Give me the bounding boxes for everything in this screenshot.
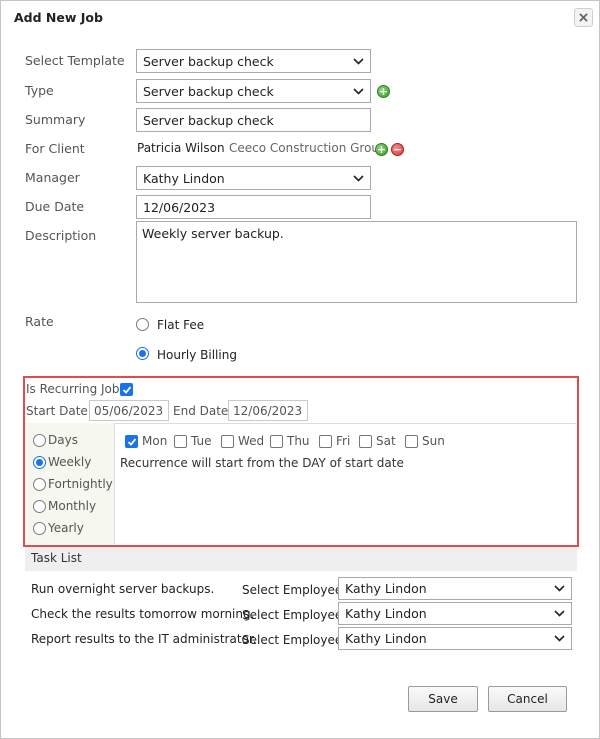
add-client-icon[interactable]: + [375,143,388,156]
frequency-monthly-radio[interactable] [33,500,46,513]
task-employee-select-2[interactable]: Kathy Lindon [338,602,572,625]
day-wed-label: Wed [238,434,265,448]
day-tue-label: Tue [191,434,212,448]
due-date-input[interactable]: 12/06/2023 [136,195,371,219]
task-employee-value-2: Kathy Lindon [345,606,427,621]
start-date-label: Start Date: [26,404,92,418]
day-sat-checkbox[interactable] [359,435,372,448]
task-employee-label-2: Select Employee [242,608,343,622]
rate-flat-fee-label: Flat Fee [157,318,205,332]
due-date-label: Due Date [25,199,85,214]
client-company: Ceeco Construction Group [229,141,387,155]
type-select[interactable]: Server backup check [136,79,371,103]
chevron-down-icon [554,610,565,617]
task-list-header: Task List [25,547,577,571]
task-employee-value-1: Kathy Lindon [345,581,427,596]
template-label: Select Template [25,53,125,68]
remove-client-icon[interactable]: − [391,143,404,156]
template-value: Server backup check [143,53,274,69]
frequency-days-radio[interactable] [33,434,46,447]
day-wed-checkbox[interactable] [221,435,234,448]
due-date-value: 12/06/2023 [143,199,216,215]
chevron-down-icon [353,57,364,65]
day-mon-checkbox[interactable] [125,435,138,448]
description-label: Description [25,228,97,243]
frequency-yearly-radio[interactable] [33,522,46,535]
frequency-weekly-label: Weekly [48,455,92,469]
task-employee-value-3: Kathy Lindon [345,631,427,646]
end-date-input[interactable]: 12/06/2023 [228,400,308,421]
frequency-fortnightly-label: Fortnightly [48,477,113,491]
day-mon-label: Mon [142,434,168,448]
client-label: For Client [25,141,85,156]
close-icon [579,13,588,22]
day-sat-label: Sat [376,434,396,448]
task-name-3: Report results to the IT administrator. [31,632,257,646]
rate-label: Rate [25,314,54,329]
rate-hourly-radio[interactable] [136,347,149,360]
task-employee-label-3: Select Employee [242,633,343,647]
day-fri-checkbox[interactable] [319,435,332,448]
cancel-button[interactable]: Cancel [488,686,567,712]
type-value: Server backup check [143,83,274,99]
day-sun-checkbox[interactable] [405,435,418,448]
day-thu-label: Thu [287,434,310,448]
rate-flat-fee-radio[interactable] [136,318,149,331]
end-date-label: End Date: [173,404,233,418]
day-sun-label: Sun [422,434,445,448]
frequency-weekly-radio[interactable] [33,456,46,469]
template-select[interactable]: Server backup check [136,49,371,73]
chevron-down-icon [353,87,364,95]
task-name-2: Check the results tomorrow morning. [31,607,255,621]
end-date-value: 12/06/2023 [233,403,303,418]
task-name-1: Run overnight server backups. [31,582,215,596]
chevron-down-icon [554,635,565,642]
day-tue-checkbox[interactable] [174,435,187,448]
manager-select[interactable]: Kathy Lindon [136,166,371,190]
rate-hourly-label: Hourly Billing [157,348,237,362]
task-employee-label-1: Select Employee [242,583,343,597]
description-textarea[interactable]: Weekly server backup. [136,221,577,303]
summary-label: Summary [25,112,86,127]
recurring-label: Is Recurring Job [26,382,120,396]
chevron-down-icon [353,174,364,182]
task-employee-select-3[interactable]: Kathy Lindon [338,627,572,650]
save-button[interactable]: Save [408,686,478,712]
summary-input[interactable]: Server backup check [136,108,371,132]
manager-label: Manager [25,170,80,185]
check-icon [127,438,137,446]
frequency-days-label: Days [48,433,78,447]
manager-value: Kathy Lindon [143,170,225,186]
type-label: Type [25,83,54,98]
day-thu-checkbox[interactable] [270,435,283,448]
start-date-input[interactable]: 05/06/2023 [89,400,169,421]
frequency-yearly-label: Yearly [48,521,84,535]
client-name: Patricia Wilson [137,141,225,155]
frequency-monthly-label: Monthly [48,499,97,513]
close-button[interactable] [574,8,593,27]
dialog-title: Add New Job [14,10,103,25]
day-fri-label: Fri [336,434,351,448]
start-date-value: 05/06/2023 [94,403,164,418]
recurring-checkbox[interactable] [120,383,133,396]
chevron-down-icon [554,585,565,592]
recurrence-note: Recurrence will start from the DAY of st… [120,456,404,470]
add-type-icon[interactable]: + [377,85,390,98]
task-employee-select-1[interactable]: Kathy Lindon [338,577,572,600]
frequency-fortnightly-radio[interactable] [33,478,46,491]
check-icon [122,386,132,394]
summary-value: Server backup check [143,112,274,128]
add-job-dialog: Add New Job Select Template Server backu… [0,0,600,739]
